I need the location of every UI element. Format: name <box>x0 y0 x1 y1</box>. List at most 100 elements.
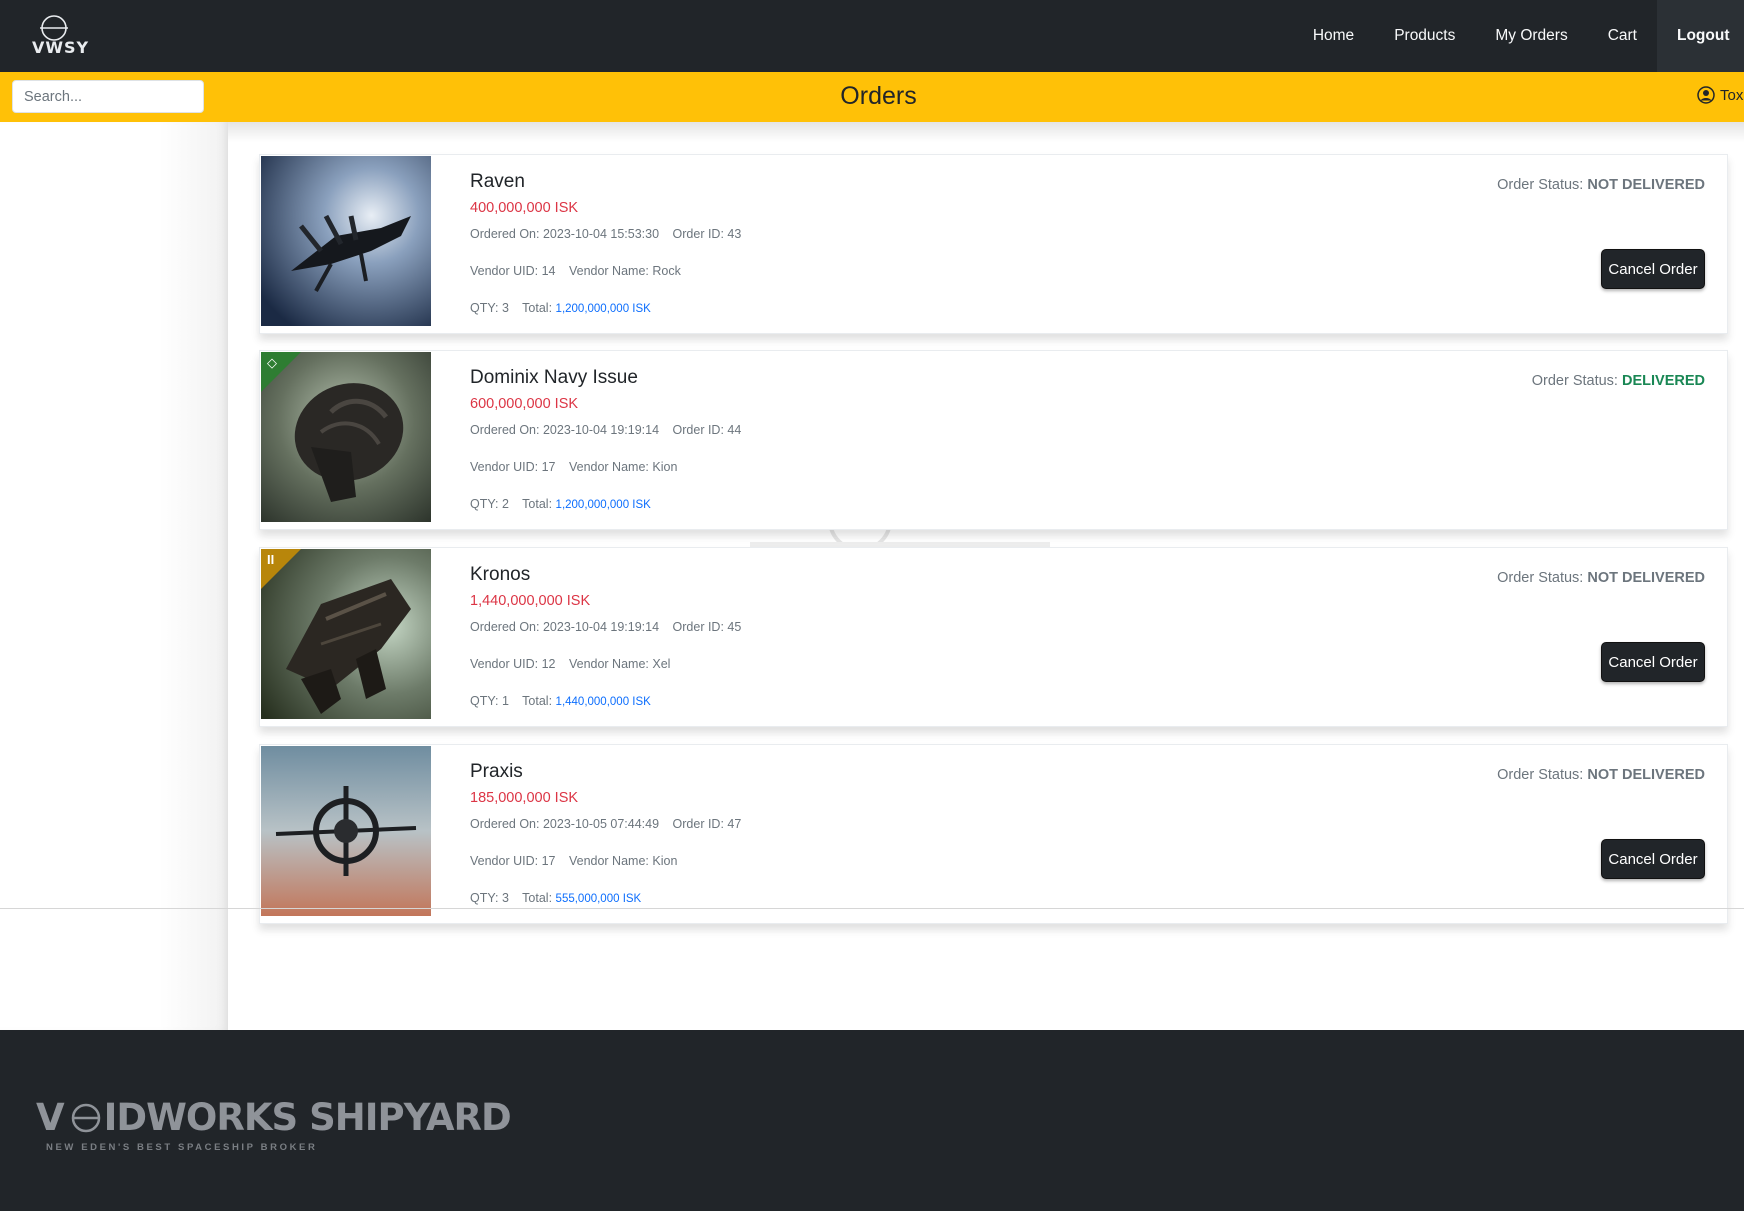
nav-products-link[interactable]: Products <box>1374 0 1475 72</box>
vendor-name-label: Vendor Name: <box>568 657 649 671</box>
vendor-name-label: Vendor Name: <box>568 460 649 474</box>
order-card: Raven 400,000,000 ISK Ordered On: 2023-1… <box>259 154 1728 334</box>
qty-label: QTY: <box>470 301 499 315</box>
scroll-divider <box>0 908 1744 909</box>
total-value: 1,200,000,000 ISK <box>555 499 651 511</box>
cancel-order-button[interactable]: Cancel Order <box>1601 642 1705 682</box>
vendor-row: Vendor UID: 14 Vendor Name: Rock <box>470 264 741 280</box>
total-label: Total: <box>522 497 553 511</box>
vendor-uid-label: Vendor UID: <box>470 657 539 671</box>
order-id-value: 45 <box>727 620 742 634</box>
order-card: Praxis 185,000,000 ISK Ordered On: 2023-… <box>259 744 1728 924</box>
ship-image-raven[interactable] <box>261 156 431 326</box>
vendor-uid-label: Vendor UID: <box>470 460 539 474</box>
vendor-uid-value: 14 <box>541 264 556 278</box>
order-id-label: Order ID: <box>672 423 724 437</box>
nav-my-orders-link[interactable]: My Orders <box>1475 0 1587 72</box>
ship-image-kronos[interactable]: II <box>261 549 431 719</box>
total-label: Total: <box>522 891 553 905</box>
total-value: 555,000,000 ISK <box>555 893 642 905</box>
quantity-row: QTY: 2 Total: 1,200,000,000 ISK <box>470 497 741 513</box>
brand-logo[interactable]: VWSY <box>30 12 94 60</box>
vendor-uid-label: Vendor UID: <box>470 264 539 278</box>
order-id-label: Order ID: <box>672 817 724 831</box>
nav-cart-link[interactable]: Cart <box>1588 0 1657 72</box>
user-name: Tox <box>1720 86 1744 104</box>
vendor-uid-value: 17 <box>541 460 556 474</box>
ship-image-praxis[interactable] <box>261 746 431 916</box>
order-card: II Kronos 1,440,000,000 ISK Ordered On: … <box>259 547 1728 727</box>
top-navbar: VWSY Home Products My Orders Cart Logout <box>0 0 1744 72</box>
vendor-name-label: Vendor Name: <box>568 264 649 278</box>
nav-home-link[interactable]: Home <box>1293 0 1374 72</box>
ship-price: 400,000,000 ISK <box>470 200 579 216</box>
order-date-row: Ordered On: 2023-10-05 07:44:49 Order ID… <box>470 817 741 833</box>
vendor-name-value: Kion <box>652 460 678 474</box>
order-status: Order Status: NOT DELIVERED <box>1497 570 1705 586</box>
order-status-value: DELIVERED <box>1622 373 1705 389</box>
qty-value: 3 <box>501 891 509 905</box>
order-id-value: 47 <box>727 817 742 831</box>
nav-logout-link[interactable]: Logout <box>1657 0 1744 72</box>
footer-brand-right: IDWORKS SHIPYARD <box>103 1096 512 1139</box>
ordered-on-label: Ordered On: <box>470 620 540 634</box>
order-id-value: 43 <box>727 227 742 241</box>
vendor-name-value: Kion <box>652 854 678 868</box>
user-circle-icon <box>1697 86 1715 104</box>
footer-brand: V IDWORKS SHIPYARD <box>36 1096 512 1139</box>
vendor-name-value: Xel <box>652 657 671 671</box>
order-card: ◇ Dominix Navy Issue 600,000,000 ISK Ord… <box>259 350 1728 530</box>
ship-price: 600,000,000 ISK <box>470 396 579 412</box>
qty-label: QTY: <box>470 891 499 905</box>
main-top-shadow <box>228 122 1744 142</box>
total-label: Total: <box>522 301 553 315</box>
ordered-on-label: Ordered On: <box>470 227 540 241</box>
total-value: 1,440,000,000 ISK <box>555 696 651 708</box>
vendor-uid-value: 12 <box>541 657 556 671</box>
page-header-bar: Orders Tox <box>0 72 1744 122</box>
order-date-row: Ordered On: 2023-10-04 15:53:30 Order ID… <box>470 227 741 243</box>
vendor-name-value: Rock <box>652 264 681 278</box>
qty-label: QTY: <box>470 694 499 708</box>
sidebar-panel <box>0 122 228 1030</box>
quantity-row: QTY: 3 Total: 1,200,000,000 ISK <box>470 301 741 317</box>
tech-two-icon: II <box>267 552 275 567</box>
ordered-on-value: 2023-10-04 15:53:30 <box>542 227 660 241</box>
order-status-label: Order Status: <box>1531 373 1618 389</box>
vendor-uid-value: 17 <box>541 854 556 868</box>
vendor-row: Vendor UID: 17 Vendor Name: Kion <box>470 460 741 476</box>
ordered-on-value: 2023-10-05 07:44:49 <box>542 817 660 831</box>
order-date-row: Ordered On: 2023-10-04 19:19:14 Order ID… <box>470 423 741 439</box>
ship-price: 1,440,000,000 ISK <box>470 593 591 609</box>
ordered-on-label: Ordered On: <box>470 817 540 831</box>
footer-ring-icon <box>71 1103 100 1132</box>
cancel-order-button[interactable]: Cancel Order <box>1601 249 1705 289</box>
qty-value: 3 <box>501 301 509 315</box>
quantity-row: QTY: 3 Total: 555,000,000 ISK <box>470 891 741 907</box>
footer-tagline: NEW EDEN'S BEST SPACESHIP BROKER <box>46 1142 318 1153</box>
ship-name: Kronos <box>470 564 531 585</box>
order-status-label: Order Status: <box>1497 767 1584 783</box>
vendor-row: Vendor UID: 17 Vendor Name: Kion <box>470 854 741 870</box>
ship-image-dominix-navy-issue[interactable]: ◇ <box>261 352 431 522</box>
qty-value: 2 <box>501 497 509 511</box>
cancel-order-button[interactable]: Cancel Order <box>1601 839 1705 879</box>
footer-brand-left: V <box>36 1096 65 1139</box>
nav-links: Home Products My Orders Cart Logout <box>1293 0 1744 72</box>
order-id-label: Order ID: <box>672 620 724 634</box>
diamond-icon: ◇ <box>267 355 277 370</box>
qty-label: QTY: <box>470 497 499 511</box>
user-menu[interactable]: Tox <box>1697 86 1743 104</box>
ordered-on-value: 2023-10-04 19:19:14 <box>542 620 660 634</box>
order-status-label: Order Status: <box>1497 570 1584 586</box>
quantity-row: QTY: 1 Total: 1,440,000,000 ISK <box>470 694 741 710</box>
order-status: Order Status: NOT DELIVERED <box>1497 177 1705 193</box>
vendor-name-label: Vendor Name: <box>568 854 649 868</box>
ordered-on-label: Ordered On: <box>470 423 540 437</box>
order-status: Order Status: NOT DELIVERED <box>1497 767 1705 783</box>
vendor-row: Vendor UID: 12 Vendor Name: Xel <box>470 657 741 673</box>
footer: V IDWORKS SHIPYARD NEW EDEN'S BEST SPACE… <box>0 1030 1744 1211</box>
logo-text: VWSY <box>32 38 90 57</box>
order-id-value: 44 <box>727 423 742 437</box>
order-status-value: NOT DELIVERED <box>1587 570 1705 586</box>
